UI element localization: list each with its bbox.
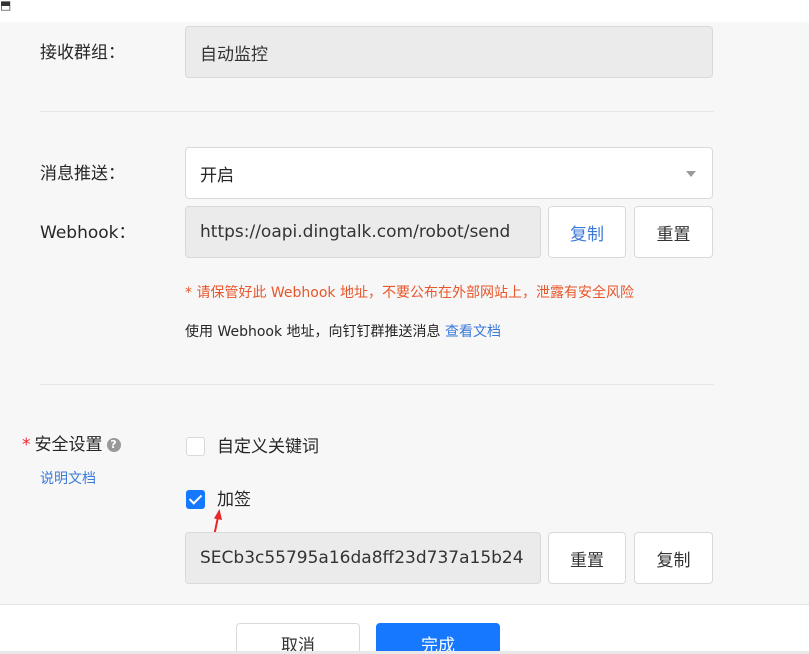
- secret-reset-button[interactable]: 重置: [548, 532, 626, 584]
- secret-copy-button[interactable]: 复制: [634, 532, 713, 584]
- signature-checkbox[interactable]: [186, 490, 205, 509]
- security-docs-link[interactable]: 说明文档: [40, 470, 96, 488]
- security-settings-label-group: * 安全设置?: [22, 434, 121, 456]
- required-mark: *: [22, 435, 31, 455]
- webhook-usage-note: 使用 Webhook 地址，向钉钉群推送消息 查看文档: [185, 323, 501, 341]
- custom-keyword-label[interactable]: 自定义关键词: [217, 436, 319, 458]
- receive-group-field: 自动监控: [185, 26, 713, 78]
- webhook-copy-button[interactable]: 复制: [548, 206, 626, 258]
- security-settings-label: 安全设置: [34, 435, 103, 455]
- secret-field[interactable]: SECb3c55795a16da8ff23d737a15b24: [185, 532, 541, 584]
- cancel-button[interactable]: 取消: [236, 623, 360, 654]
- message-push-value: 开启: [200, 165, 234, 186]
- robot-settings-form: 接收群组： 自动监控 消息推送： 开启 Webhook： https://oap…: [0, 22, 809, 653]
- webhook-usage-text: 使用 Webhook 地址，向钉钉群推送消息: [185, 324, 441, 340]
- chevron-down-icon: [686, 171, 696, 177]
- section-divider: [40, 384, 714, 385]
- receive-group-label: 接收群组：: [40, 43, 125, 63]
- webhook-url-field[interactable]: https://oapi.dingtalk.com/robot/send: [185, 206, 541, 258]
- webhook-docs-link[interactable]: 查看文档: [445, 324, 501, 340]
- webhook-security-warning: * 请保管好此 Webhook 地址，不要公布在外部网站上，泄露有安全风险: [185, 285, 634, 301]
- section-divider: [40, 111, 714, 112]
- window-corner-icon: ⬒: [0, 0, 12, 12]
- message-push-label: 消息推送：: [40, 164, 125, 184]
- webhook-label: Webhook：: [40, 223, 136, 243]
- webhook-reset-button[interactable]: 重置: [634, 206, 713, 258]
- confirm-button[interactable]: 完成: [376, 623, 500, 654]
- custom-keyword-checkbox[interactable]: [186, 437, 205, 456]
- message-push-select[interactable]: 开启: [185, 147, 713, 199]
- question-circle-icon[interactable]: ?: [106, 438, 121, 452]
- modal-footer: 取消 完成: [0, 604, 809, 654]
